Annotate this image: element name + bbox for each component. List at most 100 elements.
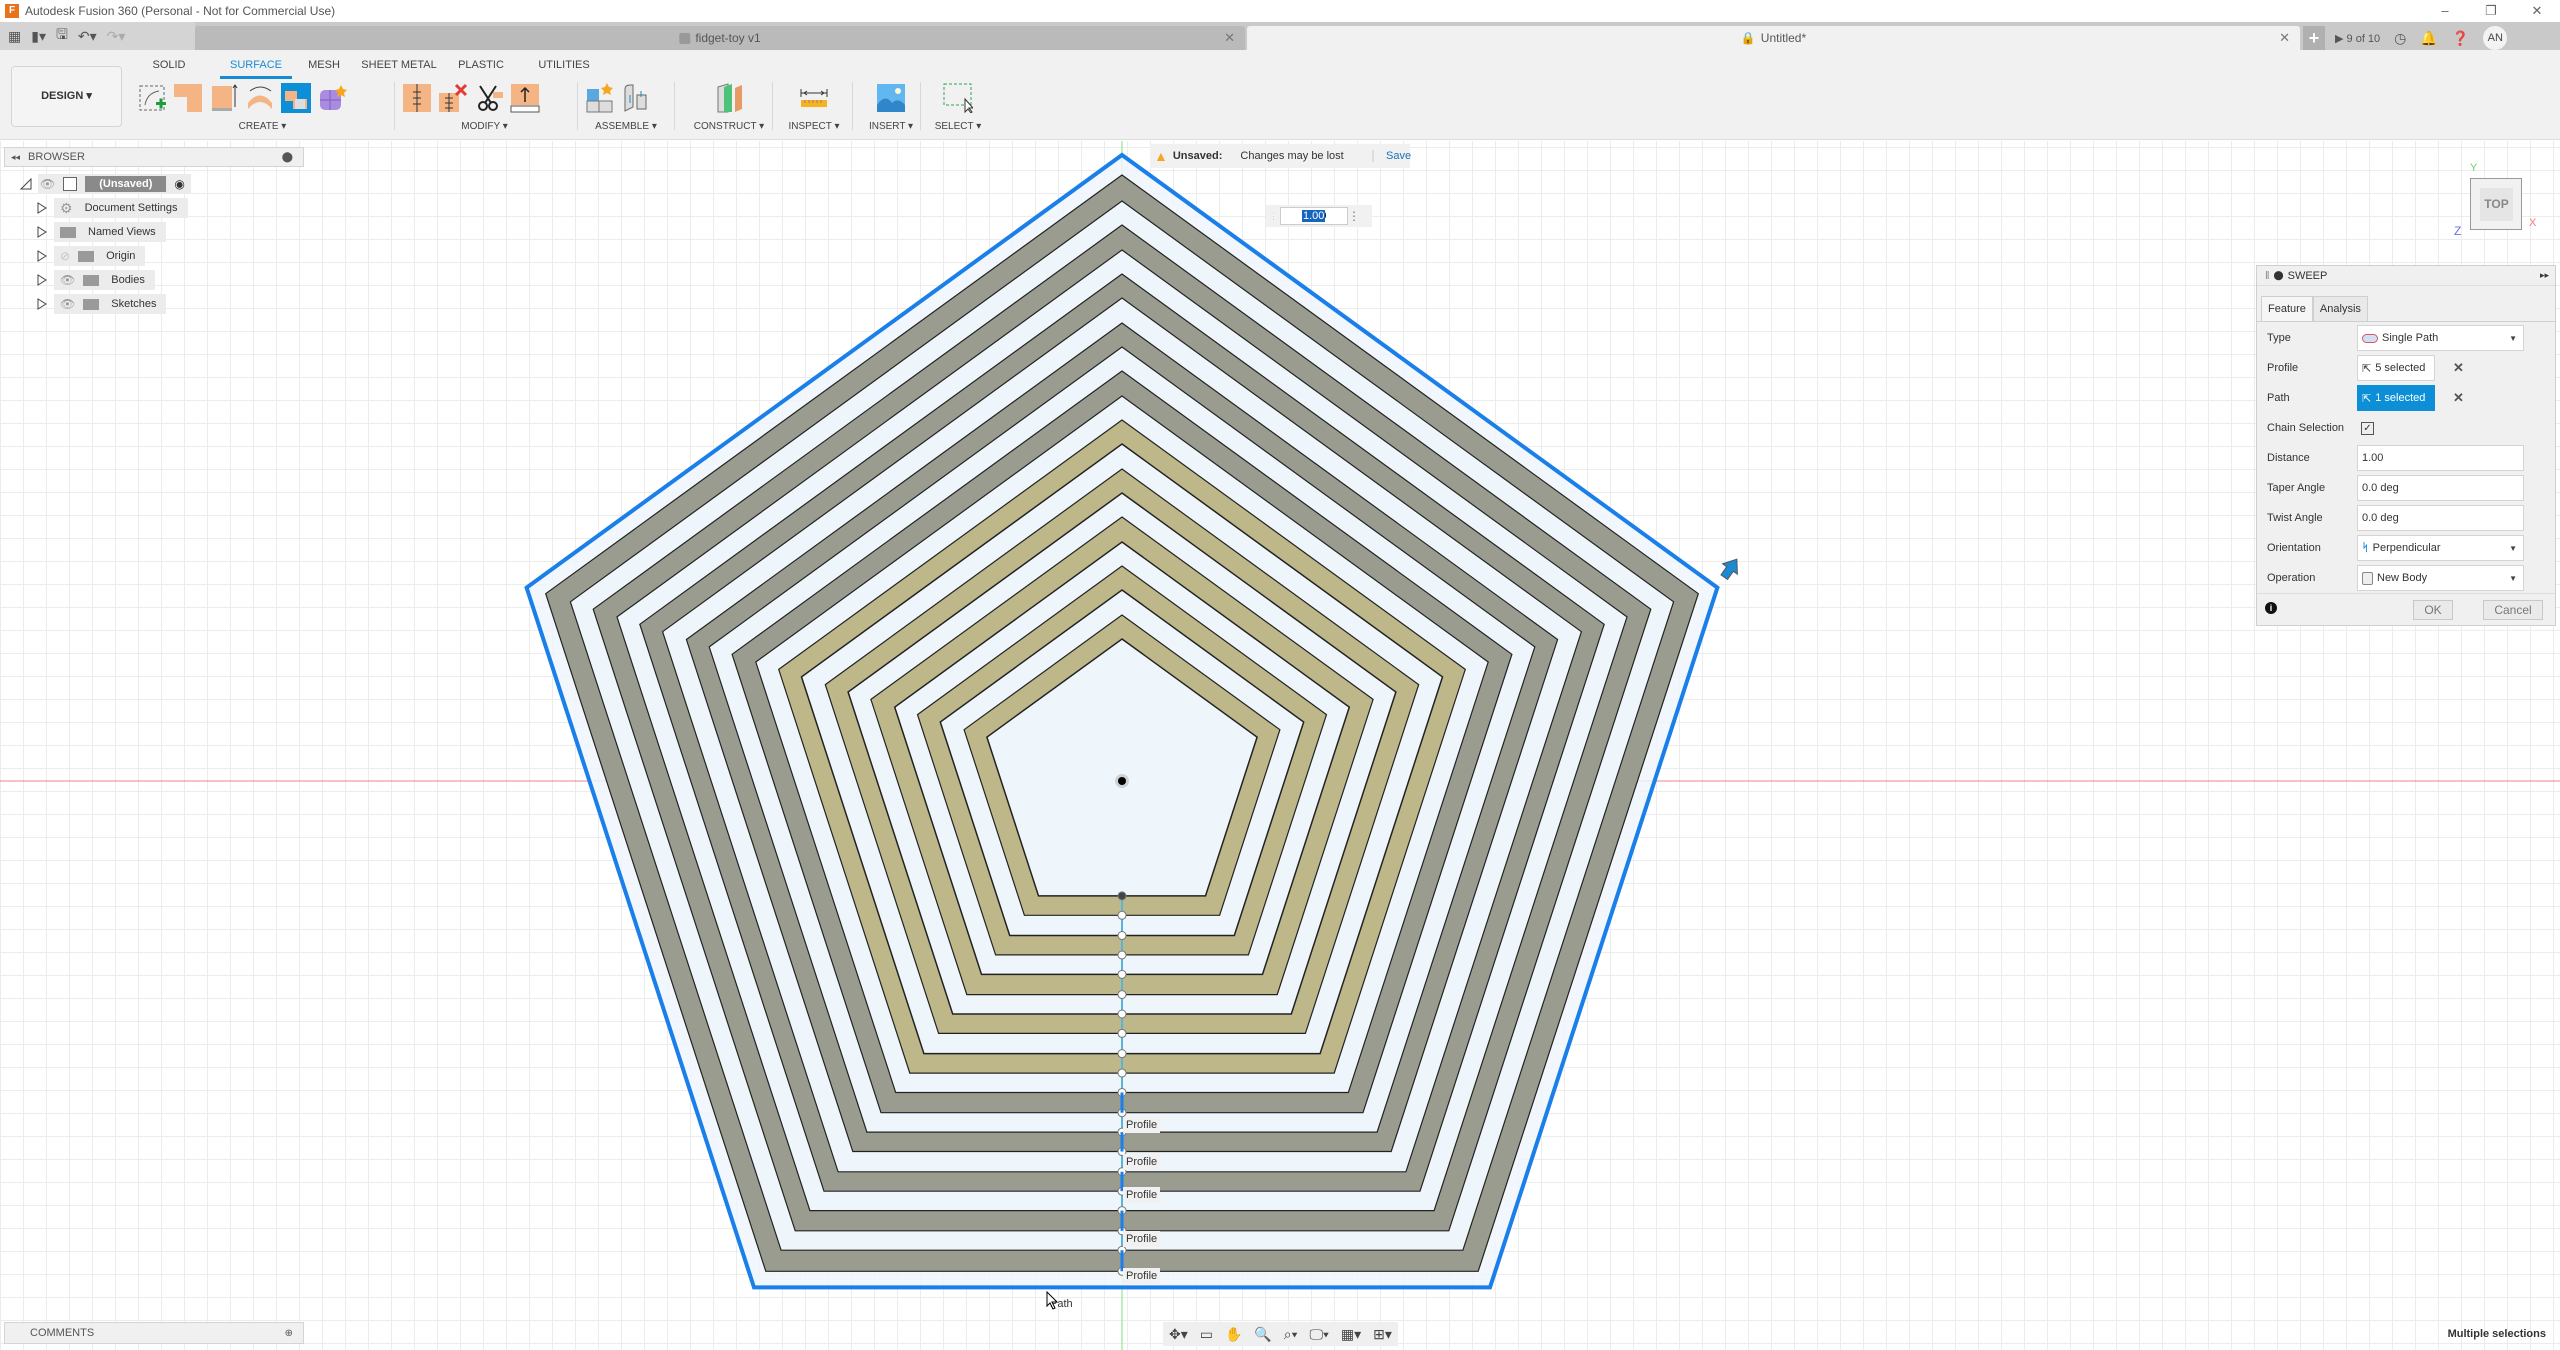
dialog-collapse-icon[interactable]: ⬤	[2274, 270, 2284, 281]
eye-icon[interactable]: 👁	[60, 297, 75, 311]
viewcube-face[interactable]: TOP	[2470, 178, 2522, 230]
save-link[interactable]: Save	[1372, 150, 1411, 162]
browser-item-named-views[interactable]: Named Views	[36, 222, 166, 242]
chain-selection-checkbox[interactable]: ✓	[2361, 422, 2374, 435]
tab-mesh[interactable]: MESH	[304, 59, 344, 79]
select-menu[interactable]: SELECT ▾	[928, 121, 988, 132]
insert-image-icon[interactable]	[876, 83, 906, 113]
undo-icon[interactable]: ↶▾	[78, 28, 97, 45]
app-grid-icon[interactable]: ▦	[8, 28, 21, 45]
pan-icon[interactable]: ✋	[1225, 1326, 1242, 1343]
joint-icon[interactable]	[622, 83, 652, 113]
orientation-dropdown[interactable]: ᛋ Perpendicular ▼	[2357, 535, 2524, 561]
save-icon[interactable]: 🖫	[56, 24, 68, 48]
zoom-icon[interactable]: 🔍	[1254, 1326, 1271, 1343]
viewports-icon[interactable]: ⊞▾	[1373, 1326, 1392, 1343]
profile-selection[interactable]: ⇱ 5 selected	[2357, 355, 2435, 381]
create-sketch-icon[interactable]	[137, 83, 167, 113]
more-options-icon[interactable]: ⋮	[1348, 209, 1360, 223]
close-tab-icon[interactable]: ✕	[1224, 30, 1235, 46]
inspect-menu[interactable]: INSPECT ▾	[780, 121, 848, 132]
browser-pin-icon[interactable]: ⬤	[282, 152, 293, 163]
taper-angle-input[interactable]: 0.0 deg	[2357, 475, 2524, 501]
browser-item-bodies[interactable]: 👁 Bodies	[36, 270, 155, 290]
assemble-menu[interactable]: ASSEMBLE ▾	[586, 121, 666, 132]
extrude-icon[interactable]	[173, 83, 203, 113]
model-canvas[interactable]	[0, 141, 2560, 1350]
canvas-viewport[interactable]	[0, 141, 2560, 1350]
job-status[interactable]: ▶ 9 of 10	[2335, 32, 2380, 45]
tab-surface[interactable]: SURFACE	[220, 59, 292, 79]
close-tab-icon[interactable]: ✕	[2279, 30, 2290, 46]
browser-item-sketches[interactable]: 👁 Sketches	[36, 294, 167, 314]
eye-icon[interactable]: 👁	[40, 177, 55, 191]
expand-arrow-icon[interactable]	[36, 274, 48, 286]
offset-icon[interactable]	[510, 83, 540, 113]
distance-input[interactable]: 1.00	[2357, 445, 2524, 471]
look-at-icon[interactable]: ▭	[1200, 1326, 1213, 1343]
grid-settings-icon[interactable]: ▦▾	[1341, 1326, 1361, 1343]
new-tab-button[interactable]: +	[2303, 26, 2325, 50]
drag-handle-icon[interactable]: ⋮	[1269, 211, 1278, 222]
notification-icon[interactable]: 🔔	[2420, 30, 2437, 47]
create-form-icon[interactable]	[317, 83, 347, 113]
tab-sheet-metal[interactable]: SHEET METAL	[359, 59, 439, 79]
collapse-arrow-icon[interactable]	[20, 178, 32, 190]
info-icon[interactable]: i	[2265, 602, 2277, 614]
create-menu[interactable]: CREATE ▾	[135, 121, 390, 132]
clear-profile-icon[interactable]: ✕	[2453, 360, 2464, 376]
eye-icon[interactable]: 👁	[60, 273, 75, 287]
help-icon[interactable]: ❓	[2452, 30, 2469, 47]
tab-plastic[interactable]: PLASTIC	[454, 59, 508, 79]
unstitch-icon[interactable]	[438, 83, 468, 113]
collapse-browser-icon[interactable]: ◂◂	[11, 152, 20, 163]
type-dropdown[interactable]: Single Path ▼	[2357, 325, 2524, 351]
file-menu-icon[interactable]: ▮▾	[31, 28, 46, 45]
tab-untitled[interactable]: 🔒 Untitled* ✕	[1247, 26, 2300, 50]
add-comment-icon[interactable]: ⊕	[285, 1328, 293, 1339]
restore-button[interactable]: ❐	[2468, 0, 2514, 22]
new-component-icon[interactable]	[586, 83, 616, 113]
expand-arrow-icon[interactable]	[36, 250, 48, 262]
ok-button[interactable]: OK	[2413, 600, 2453, 620]
expand-arrow-icon[interactable]	[36, 298, 48, 310]
tab-feature[interactable]: Feature	[2261, 296, 2313, 321]
redo-icon[interactable]: ↷▾	[107, 28, 126, 45]
insert-menu[interactable]: INSERT ▾	[860, 121, 922, 132]
cancel-button[interactable]: Cancel	[2483, 600, 2543, 620]
twist-angle-input[interactable]: 0.0 deg	[2357, 505, 2524, 531]
browser-root[interactable]: 👁 (Unsaved) ◉	[20, 174, 191, 194]
revolve-icon[interactable]	[245, 83, 275, 113]
sweep-icon[interactable]	[281, 83, 311, 113]
tab-solid[interactable]: SOLID	[145, 59, 193, 79]
modify-menu[interactable]: MODIFY ▾	[402, 121, 567, 132]
operation-dropdown[interactable]: New Body ▼	[2357, 565, 2524, 591]
orbit-icon[interactable]: ✥▾	[1169, 1326, 1188, 1343]
offset-plane-icon[interactable]	[714, 83, 744, 113]
browser-item-origin[interactable]: ⊘ Origin	[36, 246, 146, 266]
clear-path-icon[interactable]: ✕	[2453, 390, 2464, 406]
stitch-icon[interactable]	[402, 83, 432, 113]
workspace-switcher[interactable]: DESIGN ▾	[11, 66, 122, 127]
display-settings-icon[interactable]: 🖵▾	[1310, 1326, 1329, 1343]
fit-icon[interactable]: ⌕▾	[1284, 1326, 1298, 1343]
path-selection[interactable]: ⇱ 1 selected	[2357, 385, 2435, 411]
expand-dialog-icon[interactable]: ▸▸	[2540, 270, 2549, 281]
tab-fidget-toy[interactable]: fidget-toy v1 ✕	[195, 26, 1245, 50]
trim-icon[interactable]	[474, 83, 504, 113]
expand-arrow-icon[interactable]	[36, 226, 48, 238]
construct-menu[interactable]: CONSTRUCT ▾	[684, 121, 774, 132]
avatar[interactable]: AN	[2483, 26, 2508, 50]
close-window-button[interactable]: ✕	[2514, 0, 2560, 22]
tab-analysis[interactable]: Analysis	[2312, 296, 2368, 321]
tab-utilities[interactable]: UTILITIES	[536, 59, 592, 79]
clock-icon[interactable]: ◷	[2394, 30, 2406, 47]
measure-icon[interactable]	[799, 83, 829, 113]
browser-item-document-settings[interactable]: ⚙ Document Settings	[36, 198, 188, 218]
activate-radio-icon[interactable]: ◉	[174, 177, 184, 191]
window-select-icon[interactable]	[943, 83, 973, 113]
eye-hidden-icon[interactable]: ⊘	[60, 249, 70, 263]
expand-arrow-icon[interactable]	[36, 202, 48, 214]
minimize-button[interactable]: –	[2422, 0, 2468, 22]
extrude-surface-icon[interactable]	[209, 83, 239, 113]
